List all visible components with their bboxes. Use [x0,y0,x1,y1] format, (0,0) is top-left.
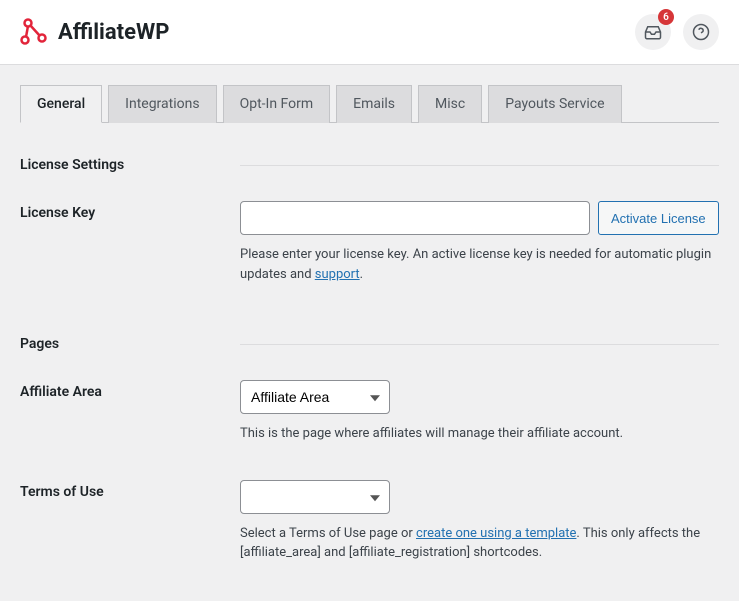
create-template-link[interactable]: create one using a template [416,526,576,541]
settings-tabs: General Integrations Opt-In Form Emails … [20,85,719,123]
affiliate-area-row: Affiliate Area Affiliate Area This is th… [20,362,719,462]
license-key-field: Activate License Please enter your licen… [240,201,719,284]
license-key-row: License Key Activate License Please ente… [20,183,719,302]
license-settings-heading-row: License Settings [20,143,719,183]
tab-emails[interactable]: Emails [336,85,412,123]
affiliate-area-select[interactable]: Affiliate Area [240,380,390,414]
affiliatewp-icon [20,18,48,46]
help-icon [692,23,710,41]
inbox-icon [644,23,662,41]
support-link[interactable]: support [315,267,360,282]
affiliate-area-label: Affiliate Area [20,380,240,400]
main-content: General Integrations Opt-In Form Emails … [0,65,739,601]
app-header: AffiliateWP 6 [0,0,739,65]
pages-heading-row: Pages [20,322,719,362]
brand-name: AffiliateWP [58,20,169,45]
tab-misc[interactable]: Misc [418,85,482,123]
pages-heading: Pages [20,336,240,352]
tab-general[interactable]: General [20,85,102,123]
license-key-help: Please enter your license key. An active… [240,245,719,284]
affiliate-area-field: Affiliate Area This is the page where af… [240,380,719,444]
terms-of-use-label: Terms of Use [20,480,240,500]
settings-form: License Settings License Key Activate Li… [20,143,719,581]
inbox-button[interactable]: 6 [635,14,671,50]
tab-integrations[interactable]: Integrations [108,85,216,123]
notification-badge: 6 [658,9,674,25]
license-settings-heading: License Settings [20,157,240,173]
header-actions: 6 [635,14,719,50]
divider [240,165,719,166]
license-key-input[interactable] [240,201,590,235]
terms-of-use-field: Select a Terms of Use page or create one… [240,480,719,563]
terms-of-use-select[interactable] [240,480,390,514]
activate-license-button[interactable]: Activate License [598,201,719,235]
terms-of-use-help: Select a Terms of Use page or create one… [240,524,719,563]
terms-of-use-row: Terms of Use Select a Terms of Use page … [20,462,719,581]
help-button[interactable] [683,14,719,50]
tab-payouts-service[interactable]: Payouts Service [488,85,621,123]
brand-logo: AffiliateWP [20,18,169,46]
affiliate-area-help: This is the page where affiliates will m… [240,424,719,444]
divider [240,344,719,345]
license-key-label: License Key [20,201,240,221]
tab-opt-in-form[interactable]: Opt-In Form [223,85,331,123]
